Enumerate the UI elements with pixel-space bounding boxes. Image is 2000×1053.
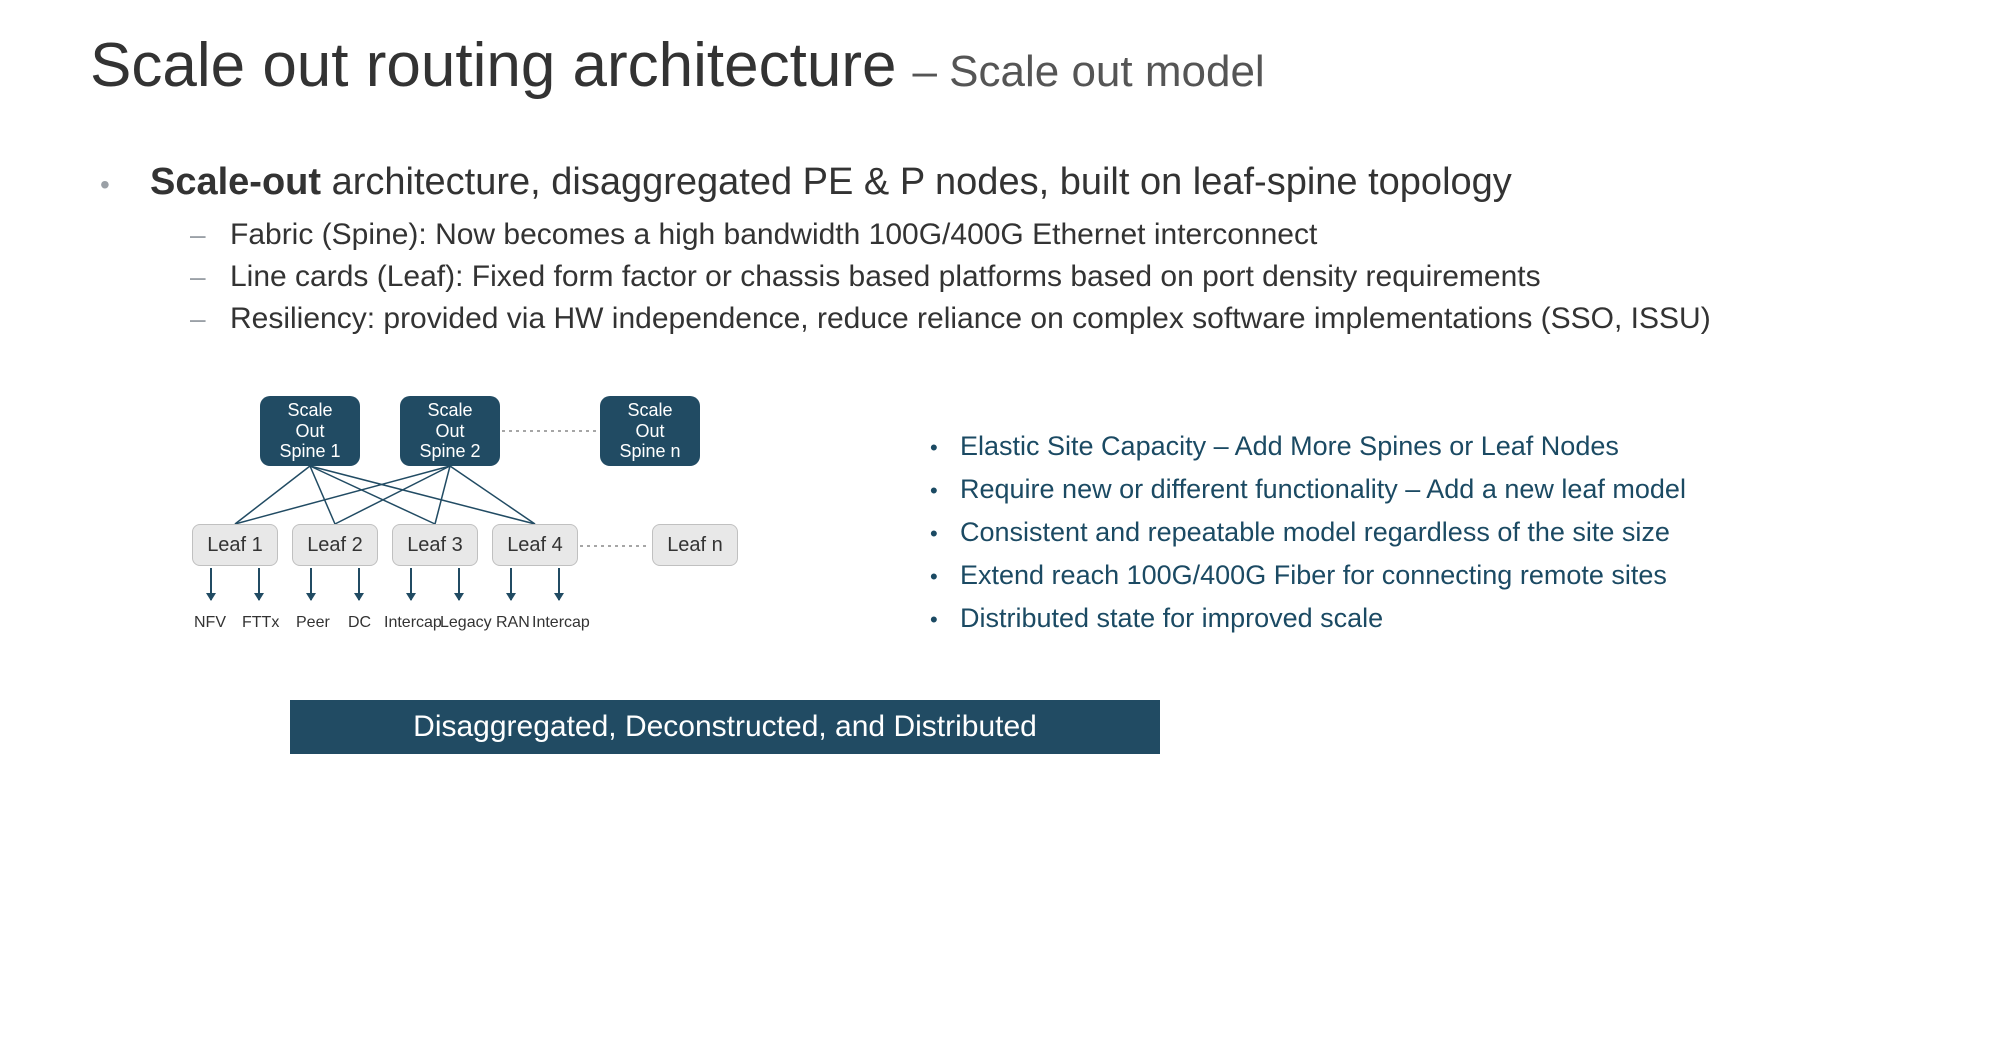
dash-icon: – (190, 219, 230, 251)
benefit-text: Require new or different functionality –… (960, 474, 1686, 505)
leaf-node: Leaf n (652, 524, 738, 566)
downlink-label: Intercap (532, 614, 590, 632)
spine-node: Scale Out Spine n (600, 396, 700, 466)
title-main: Scale out routing architecture (90, 30, 896, 101)
dash-icon: – (190, 261, 230, 293)
arrow-down-icon (258, 568, 260, 600)
benefit-item: • Extend reach 100G/400G Fiber for conne… (930, 560, 1686, 591)
bullet-dot-icon: • (930, 435, 960, 461)
arrow-down-icon (358, 568, 360, 600)
leaf-node: Leaf 1 (192, 524, 278, 566)
benefit-item: • Consistent and repeatable model regard… (930, 517, 1686, 548)
downlink-label: DC (348, 614, 371, 632)
benefit-text: Extend reach 100G/400G Fiber for connect… (960, 560, 1667, 591)
main-bullet-text: Scale-out architecture, disaggregated PE… (150, 161, 1512, 204)
benefit-text: Elastic Site Capacity – Add More Spines … (960, 431, 1619, 462)
benefit-item: • Distributed state for improved scale (930, 603, 1686, 634)
leaf-node: Leaf 4 (492, 524, 578, 566)
slide-title: Scale out routing architecture – Scale o… (90, 30, 1910, 101)
arrow-down-icon (558, 568, 560, 600)
summary-banner: Disaggregated, Deconstructed, and Distri… (290, 700, 1160, 754)
arrow-down-icon (510, 568, 512, 600)
downlink-label: Intercap (384, 614, 442, 632)
leaf-spine-diagram: Scale Out Spine 1 Scale Out Spine 2 Scal… (180, 396, 900, 676)
arrow-down-icon (458, 568, 460, 600)
sub-bullet-list: – Fabric (Spine): Now becomes a high ban… (190, 218, 1910, 336)
sub-bullet-text: Line cards (Leaf): Fixed form factor or … (230, 260, 1541, 294)
sub-bullet-text: Fabric (Spine): Now becomes a high bandw… (230, 218, 1317, 252)
title-sub: – Scale out model (912, 47, 1264, 97)
sub-bullet-text: Resiliency: provided via HW independence… (230, 302, 1711, 336)
spine-node: Scale Out Spine 2 (400, 396, 500, 466)
dash-icon: – (190, 303, 230, 335)
main-bullet: • Scale-out architecture, disaggregated … (100, 161, 1910, 204)
benefit-text: Distributed state for improved scale (960, 603, 1383, 634)
sub-bullet: – Fabric (Spine): Now becomes a high ban… (190, 218, 1910, 252)
sub-bullet: – Line cards (Leaf): Fixed form factor o… (190, 260, 1910, 294)
arrow-down-icon (210, 568, 212, 600)
benefit-text: Consistent and repeatable model regardle… (960, 517, 1670, 548)
bullet-dot-icon: • (930, 607, 960, 633)
main-bullet-bold: Scale-out (150, 161, 321, 203)
bullet-dot-icon: • (930, 564, 960, 590)
spine-node: Scale Out Spine 1 (260, 396, 360, 466)
downlink-label: Legacy (440, 614, 492, 632)
bullet-dot-icon: • (930, 478, 960, 504)
downlink-label: NFV (194, 614, 226, 632)
benefit-item: • Elastic Site Capacity – Add More Spine… (930, 431, 1686, 462)
downlink-label: RAN (496, 614, 530, 632)
downlink-label: FTTx (242, 614, 279, 632)
sub-bullet: – Resiliency: provided via HW independen… (190, 302, 1910, 336)
leaf-node: Leaf 3 (392, 524, 478, 566)
benefit-item: • Require new or different functionality… (930, 474, 1686, 505)
main-bullet-rest: architecture, disaggregated PE & P nodes… (321, 161, 1512, 203)
bullet-dot-icon: • (930, 521, 960, 547)
bullet-dot-icon: • (100, 169, 150, 201)
leaf-node: Leaf 2 (292, 524, 378, 566)
downlink-label: Peer (296, 614, 330, 632)
arrow-down-icon (310, 568, 312, 600)
arrow-down-icon (410, 568, 412, 600)
benefits-list: • Elastic Site Capacity – Add More Spine… (930, 431, 1686, 676)
